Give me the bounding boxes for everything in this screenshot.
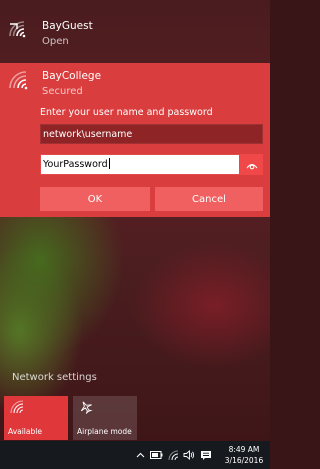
volume-icon[interactable]: [183, 441, 195, 469]
wifi-open-icon: [8, 20, 30, 42]
wifi-toggle-tile[interactable]: Available: [4, 396, 68, 440]
wifi-secured-icon: [8, 70, 30, 92]
cancel-button[interactable]: Cancel: [155, 187, 263, 211]
password-value: YourPassword: [43, 159, 108, 170]
password-field[interactable]: YourPassword: [40, 154, 240, 175]
taskbar: 8:49 AM 3/16/2016: [0, 441, 270, 469]
airplane-icon: [79, 400, 93, 414]
tile-label: Airplane mode: [77, 427, 132, 436]
ok-button[interactable]: OK: [40, 187, 150, 211]
network-item-bayguest[interactable]: BayGuest Open: [8, 19, 270, 49]
text-caret: [108, 158, 110, 169]
tile-label: Available: [8, 427, 42, 436]
network-settings-link[interactable]: Network settings: [12, 372, 97, 383]
wifi-icon: [10, 400, 24, 414]
ok-button-label: OK: [87, 193, 103, 205]
reveal-password-button[interactable]: [240, 154, 263, 175]
network-name: BayGuest: [42, 20, 93, 32]
wifi-tray-icon[interactable]: [168, 441, 179, 469]
username-value: network\username: [43, 129, 133, 140]
taskbar-clock[interactable]: 8:49 AM 3/16/2016: [220, 444, 268, 466]
network-name: BayCollege: [42, 70, 102, 82]
airplane-mode-tile[interactable]: Airplane mode: [73, 396, 137, 440]
network-item-baycollege[interactable]: BayCollege Secured: [8, 69, 270, 99]
battery-icon[interactable]: [150, 441, 163, 469]
action-center-icon[interactable]: [200, 441, 212, 469]
show-hidden-icons-button[interactable]: [136, 441, 145, 469]
credentials-prompt: Enter your user name and password: [40, 107, 213, 118]
network-flyout: BayGuest Open BayCollege Secured Enter y…: [0, 0, 270, 469]
network-status: Open: [42, 36, 69, 47]
cancel-button-label: Cancel: [192, 193, 226, 205]
network-status: Secured: [42, 86, 83, 97]
clock-date: 3/16/2016: [224, 456, 264, 465]
username-field[interactable]: network\username: [40, 124, 263, 144]
chevron-up-icon: [136, 452, 145, 458]
eye-icon: [246, 155, 258, 174]
clock-time: 8:49 AM: [228, 445, 260, 454]
